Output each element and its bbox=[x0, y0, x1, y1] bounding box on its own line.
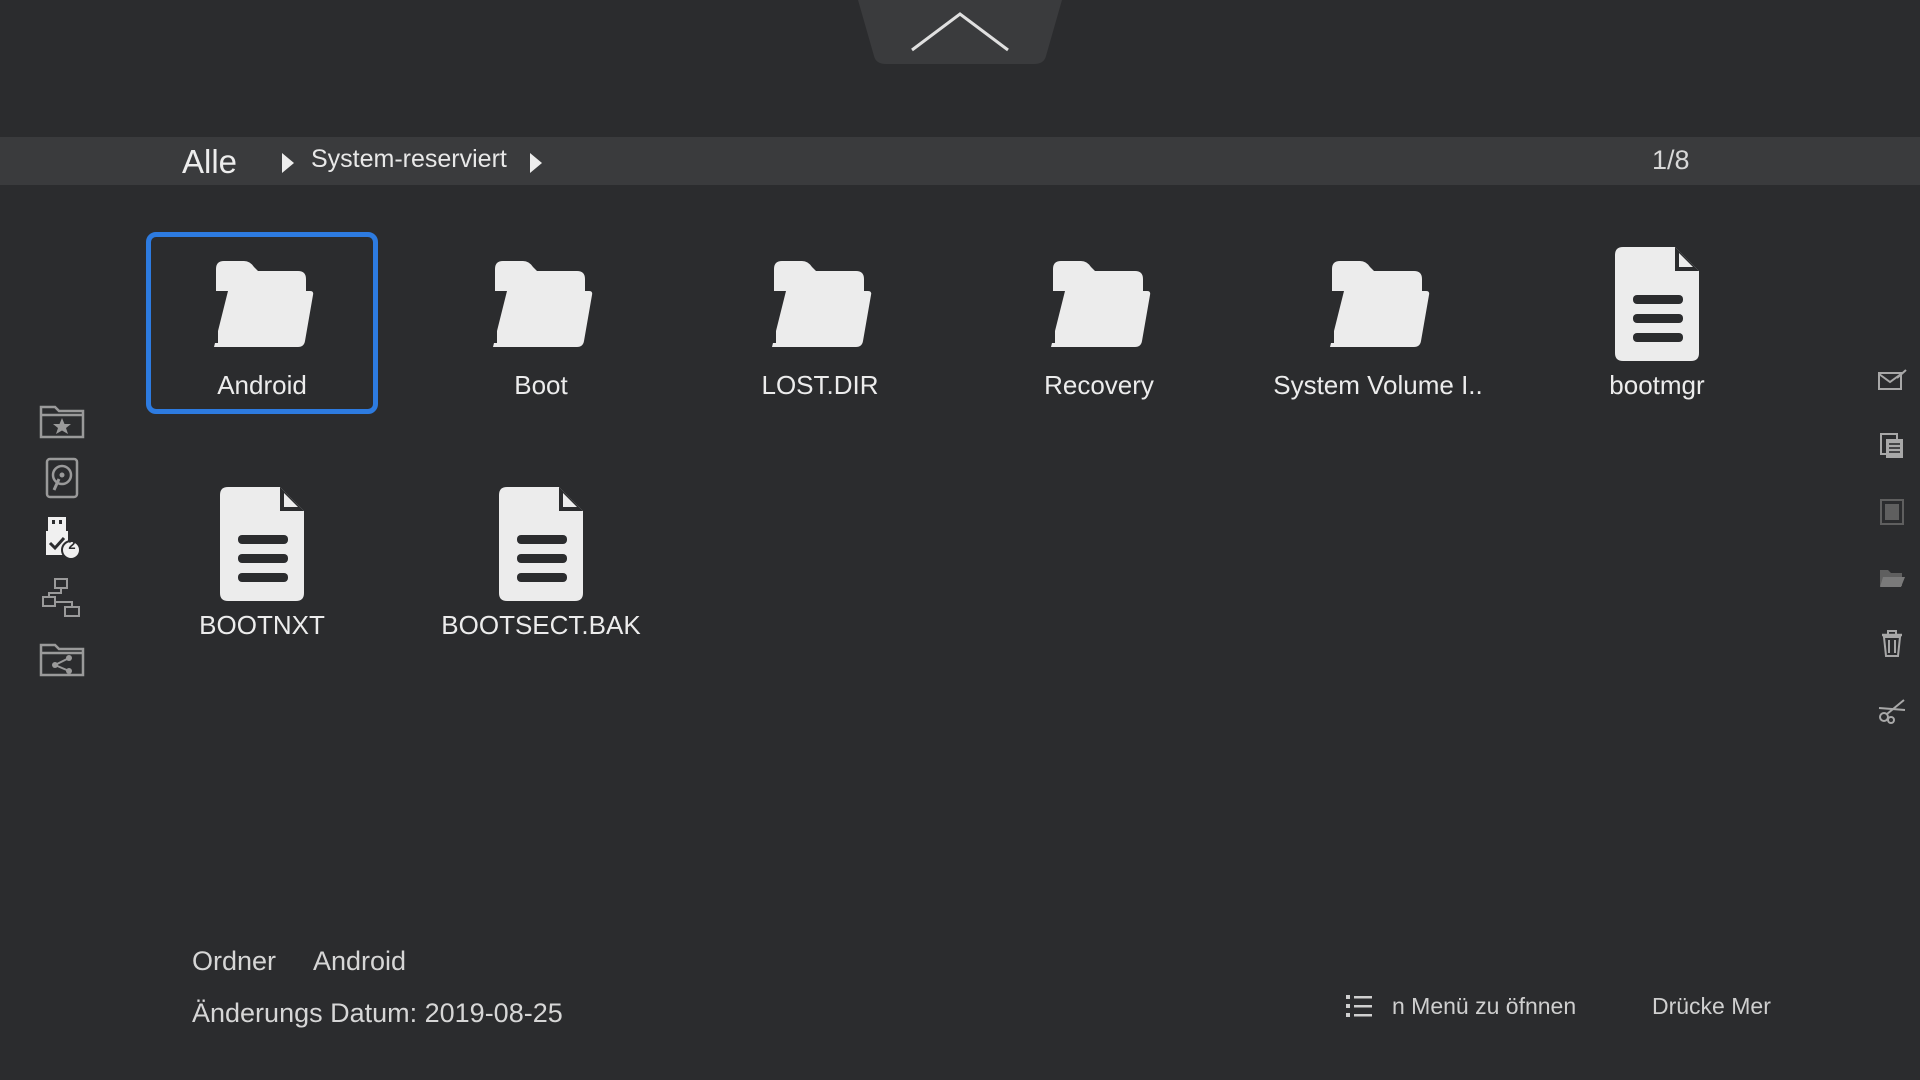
document-icon bbox=[1615, 247, 1699, 361]
select-icon bbox=[1878, 369, 1907, 390]
breadcrumb-arrow-icon bbox=[282, 153, 294, 173]
document-icon bbox=[220, 487, 304, 601]
sidebar-item-shared[interactable] bbox=[36, 634, 88, 682]
file-tile-recovery[interactable]: Recovery bbox=[983, 232, 1215, 414]
network-icon bbox=[42, 578, 80, 617]
breadcrumb-item[interactable]: System-reserviert bbox=[311, 145, 507, 174]
folder-icon bbox=[214, 261, 314, 347]
file-name: LOST.DIR bbox=[761, 370, 879, 400]
move-folder-icon bbox=[1880, 570, 1905, 587]
file-tile-bootmgr[interactable]: bootmgr bbox=[1541, 232, 1773, 414]
info-modified-date: Änderungs Datum: 2019-08-25 bbox=[192, 998, 563, 1028]
breadcrumb-root[interactable]: Alle bbox=[182, 143, 237, 181]
press-hint-text: Drücke Mer bbox=[1652, 993, 1771, 1019]
page-counter: 1/8 bbox=[1652, 145, 1690, 175]
pull-down-tab[interactable] bbox=[858, 0, 1062, 64]
file-tile-system-volume[interactable]: System Volume I.. bbox=[1262, 232, 1494, 414]
paste-icon bbox=[1880, 499, 1904, 525]
copy-button[interactable] bbox=[1872, 426, 1912, 466]
cut-icon bbox=[1878, 699, 1906, 724]
favorite-folder-icon bbox=[39, 405, 85, 439]
info-type: Ordner bbox=[192, 946, 277, 976]
file-name: Android bbox=[217, 370, 307, 400]
file-tile-bootnxt[interactable]: BOOTNXT bbox=[146, 472, 378, 654]
select-button[interactable] bbox=[1872, 360, 1912, 400]
shared-folder-icon bbox=[39, 643, 85, 677]
breadcrumb: Alle System-reserviert 1/8 bbox=[0, 137, 1920, 185]
delete-icon bbox=[1882, 630, 1902, 657]
usb-count-badge: 2 bbox=[68, 537, 76, 552]
sidebar-item-usb[interactable]: 2 bbox=[36, 514, 88, 562]
sidebar-item-hard-disk[interactable] bbox=[36, 454, 88, 502]
file-tile-boot[interactable]: Boot bbox=[425, 232, 657, 414]
list-icon bbox=[1346, 995, 1372, 1017]
breadcrumb-arrow-icon bbox=[530, 153, 542, 173]
file-tile-android[interactable]: Android bbox=[146, 232, 378, 414]
file-name: BOOTNXT bbox=[199, 610, 325, 640]
file-tile-lost-dir[interactable]: LOST.DIR bbox=[704, 232, 936, 414]
folder-icon bbox=[1330, 261, 1430, 347]
folder-icon bbox=[772, 261, 872, 347]
folder-icon bbox=[493, 261, 593, 347]
folder-icon bbox=[1051, 261, 1151, 347]
file-name: Recovery bbox=[1044, 370, 1154, 400]
cut-button[interactable] bbox=[1872, 690, 1912, 730]
sidebar-item-network[interactable] bbox=[36, 574, 88, 622]
file-tile-bootsect-bak[interactable]: BOOTSECT.BAK bbox=[425, 472, 657, 654]
document-icon bbox=[499, 487, 583, 601]
info-name: Android bbox=[313, 946, 407, 976]
file-name: Boot bbox=[514, 370, 568, 400]
paste-button[interactable] bbox=[1872, 492, 1912, 532]
move-button[interactable] bbox=[1872, 558, 1912, 598]
file-name: bootmgr bbox=[1609, 370, 1705, 400]
file-name: BOOTSECT.BAK bbox=[441, 610, 641, 640]
file-name: System Volume I.. bbox=[1273, 370, 1483, 400]
hard-disk-icon bbox=[45, 457, 79, 499]
sidebar-item-favorites[interactable] bbox=[36, 396, 88, 444]
menu-hint-text: n Menü zu öfnnen bbox=[1392, 993, 1577, 1019]
copy-icon bbox=[1880, 433, 1903, 458]
delete-button[interactable] bbox=[1872, 624, 1912, 664]
